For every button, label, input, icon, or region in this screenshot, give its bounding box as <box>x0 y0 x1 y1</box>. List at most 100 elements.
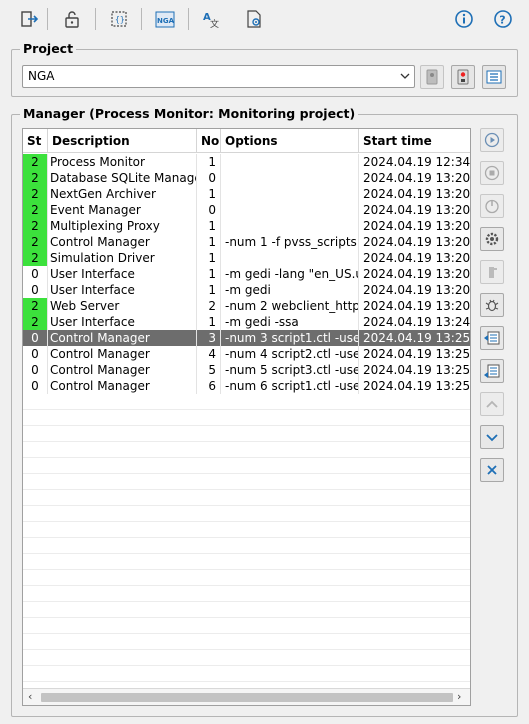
cell-description: Simulation Driver <box>48 250 197 266</box>
horizontal-scrollbar[interactable]: ‹ › <box>23 688 470 705</box>
cell-no: 2 <box>197 298 221 314</box>
table-row[interactable]: 0 User Interface 1 -m gedi -lang "en_US.ut 2… <box>23 266 470 282</box>
table-row[interactable]: 2 NextGen Archiver 1 2024.04.19 13:20:1 <box>23 186 470 202</box>
table-row[interactable]: 0Control Manager6-num 6 script1.ctl -use… <box>23 378 471 394</box>
insert-manager-before-button[interactable] <box>480 326 504 350</box>
cell-description: NextGen Archiver <box>48 186 197 202</box>
unlock-icon[interactable] <box>60 7 84 31</box>
table-row[interactable]: 2 Event Manager 0 2024.04.19 13:20:1 <box>23 202 471 218</box>
cell-options: -m gedi -lang "en_US.ut <box>221 266 359 282</box>
empty-row <box>23 602 470 618</box>
help-icon[interactable]: ? <box>491 7 515 31</box>
translate-icon[interactable]: A文 <box>199 7 223 31</box>
cell-st: 2 <box>23 314 48 330</box>
empty-row <box>23 442 470 458</box>
info-icon[interactable] <box>452 7 476 31</box>
cell-options <box>221 250 359 266</box>
table-row[interactable]: 2 Simulation Driver 1 2024.04.19 13:20:2 <box>23 250 471 266</box>
col-options[interactable]: Options <box>221 129 359 153</box>
stop-manager-button[interactable] <box>480 161 504 185</box>
cell-no: 1 <box>197 282 221 298</box>
table-row[interactable]: 0 User Interface 1 -m gedi 2024.04.19 13:20:… <box>23 282 471 298</box>
project-start-button[interactable] <box>451 65 475 89</box>
exit-icon[interactable] <box>17 7 41 31</box>
nga-icon[interactable]: NGA <box>153 7 177 31</box>
cell-st: 2 <box>23 154 48 170</box>
cell-options <box>221 186 359 202</box>
cell-start-time: 2024.04.19 12:34:1 <box>363 155 471 169</box>
manager-table: St Description No Options Start time 2 Pr… <box>22 128 471 706</box>
cell-st: 0 <box>23 362 48 378</box>
delete-manager-button[interactable] <box>480 458 504 482</box>
table-row[interactable]: 2 Control Manager 1 -num 1 -f pvss_scripts.… <box>23 234 470 250</box>
cell-description: Multiplexing Proxy <box>48 218 197 234</box>
cell-options: -num 1 -f pvss_scripts.ls <box>221 234 359 250</box>
chevron-down-icon[interactable] <box>400 66 410 95</box>
empty-row <box>23 554 470 570</box>
cell-start-time: 2024.04.19 13:20:2 <box>363 251 471 265</box>
table-row[interactable]: 0Control Manager3-num 3 script1.ctl -use… <box>23 330 470 346</box>
table-row[interactable]: 2 Process Monitor 1 2024.04.19 12:34:1 <box>23 154 471 170</box>
cell-options: -num 4 script2.ctl -user r <box>221 346 359 362</box>
cell-options: -num 6 script1.ctl -user r <box>221 378 359 394</box>
empty-row <box>23 618 470 634</box>
cell-no: 1 <box>197 218 221 234</box>
move-up-button[interactable] <box>480 392 504 416</box>
empty-row <box>23 458 470 474</box>
col-st[interactable]: St <box>23 129 48 153</box>
cell-start-time: 2024.04.19 13:20:2 <box>363 283 471 297</box>
cell-start-time: 2024.04.19 13:20:1 <box>363 219 471 233</box>
table-header: St Description No Options Start time <box>23 129 470 153</box>
empty-row <box>23 634 470 650</box>
table-row[interactable]: 2Web Server2-num 2 webclient_http.ct2024… <box>23 298 471 314</box>
project-log-button[interactable] <box>482 65 506 89</box>
cell-st: 0 <box>23 330 48 346</box>
table-row[interactable]: 2 Database SQLite Manager 0 2024.04.19 13:2… <box>23 170 470 186</box>
cell-st: 2 <box>23 298 48 314</box>
cell-no: 3 <box>197 330 221 346</box>
project-select[interactable]: NGA <box>22 65 415 88</box>
insert-manager-after-button[interactable] <box>480 359 504 383</box>
cell-start-time: 2024.04.19 13:25:4 <box>363 379 471 393</box>
table-row[interactable]: 0Control Manager4-num 4 script2.ctl -use… <box>23 346 471 362</box>
col-start-time[interactable]: Start time <box>359 129 470 153</box>
table-row[interactable]: 2 User Interface 1 -m gedi -ssa 2024.04.19 1… <box>23 314 470 330</box>
cell-no: 5 <box>197 362 221 378</box>
scrollbar-thumb[interactable] <box>41 693 453 702</box>
cell-description: User Interface <box>48 282 197 298</box>
cell-no: 1 <box>197 234 221 250</box>
cell-start-time: 2024.04.19 13:25:4 <box>363 347 471 361</box>
move-down-button[interactable] <box>480 425 504 449</box>
cell-description: Control Manager <box>48 234 197 250</box>
script-icon[interactable]: {} <box>107 7 131 31</box>
table-row[interactable]: 0Control Manager5-num 5 script3.ctl -use… <box>23 362 470 378</box>
cell-no: 6 <box>197 378 221 394</box>
empty-row <box>23 666 470 682</box>
svg-text:NGA: NGA <box>157 17 175 25</box>
cell-options <box>221 202 359 218</box>
manager-debug-button[interactable] <box>480 260 504 284</box>
col-description[interactable]: Description <box>48 129 197 153</box>
kill-manager-button[interactable] <box>480 194 504 218</box>
cell-start-time: 2024.04.19 13:20:2 <box>363 299 471 313</box>
bug-icon-button[interactable] <box>480 293 504 317</box>
settings-doc-icon[interactable] <box>242 7 266 31</box>
cell-no: 1 <box>197 314 221 330</box>
start-manager-button[interactable] <box>480 128 504 152</box>
empty-row <box>23 570 470 586</box>
empty-row <box>23 506 470 522</box>
cell-start-time: 2024.04.19 13:20:1 <box>363 203 471 217</box>
cell-options: -num 3 script1.ctl -user r <box>221 330 359 346</box>
cell-st: 2 <box>23 234 48 250</box>
col-no[interactable]: No <box>197 129 221 153</box>
cell-st: 2 <box>23 202 48 218</box>
scroll-left-icon[interactable]: ‹ <box>28 690 32 703</box>
table-row[interactable]: 2 Multiplexing Proxy 1 2024.04.19 13:20:1 <box>23 218 471 234</box>
manager-group-title: Manager (Process Monitor: Monitoring pro… <box>20 106 359 121</box>
manager-settings-button[interactable] <box>480 227 504 251</box>
cell-no: 1 <box>197 186 221 202</box>
empty-row <box>23 394 470 410</box>
scroll-right-icon[interactable]: › <box>457 690 461 703</box>
project-stop-button[interactable] <box>420 65 444 89</box>
cell-description: Control Manager <box>48 378 197 394</box>
